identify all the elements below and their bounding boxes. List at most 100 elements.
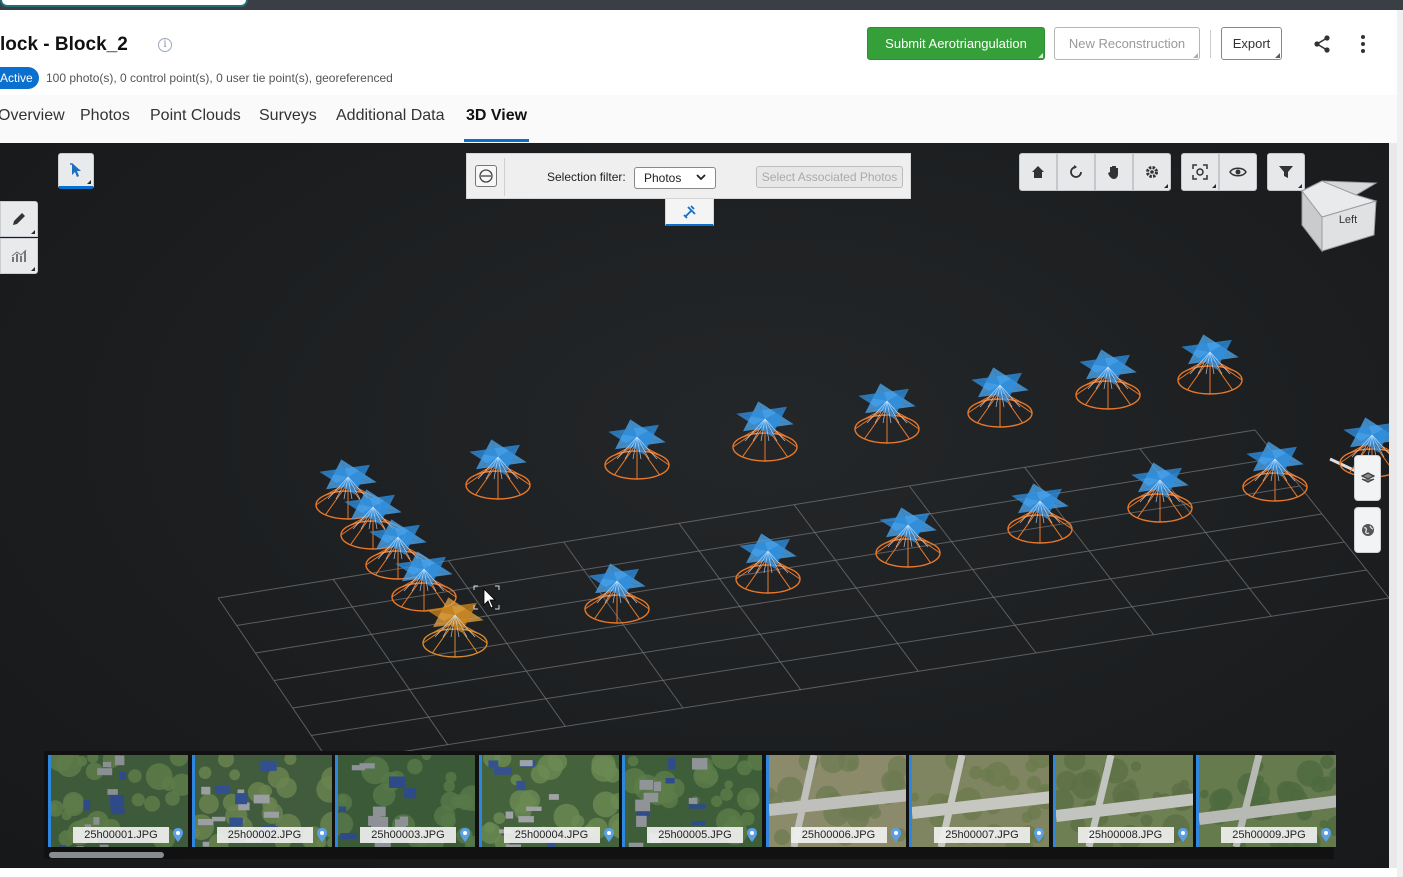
photo-filename: 25h00006.JPG [790,827,887,843]
camera-cluster [465,439,531,500]
tab-photos[interactable]: Photos [80,107,130,125]
measure-tool-button[interactable] [0,201,38,237]
selection-filter-label: Selection filter: [547,170,626,184]
visibility-eye-icon [1229,167,1247,177]
camera-cluster [735,533,801,594]
export-label: Export [1232,36,1271,51]
right-side-panel [1354,455,1381,555]
clear-selection-button[interactable] [475,165,497,187]
filter-divider [504,158,505,196]
photo-filmstrip[interactable]: 25h00001.JPG 25h00002.JPG 25h00003.JPG 25h0… [44,751,1336,859]
status-badge: Active [0,67,39,89]
view-cube[interactable]: Left [1298,173,1380,253]
tab-3d-view[interactable]: 3D View [466,107,527,125]
camera-cluster [1242,441,1308,502]
chart-icon [11,249,27,262]
photo-filename: 25h00009.JPG [1221,827,1317,843]
dropdown-corner-icon [1275,53,1280,58]
pan-button[interactable] [1095,153,1133,191]
new-reconstruction-label: New Reconstruction [1068,36,1186,51]
location-pin-icon [1321,828,1331,842]
photo-filename: 25h00005.JPG [647,827,743,843]
tab-point-clouds[interactable]: Point Clouds [150,107,241,125]
block-summary: 100 photo(s), 0 control point(s), 0 user… [46,71,393,85]
tab-surveys[interactable]: Surveys [259,107,317,125]
layers-button[interactable] [1354,455,1381,501]
orbit-button[interactable] [1057,153,1095,191]
selection-filter-bar: Selection filter: Photos Select Associat… [466,153,911,199]
globe-button[interactable] [1354,507,1381,553]
header-divider [1210,30,1211,58]
photo-filename: 25h00002.JPG [216,827,313,843]
home-view-button[interactable] [1019,153,1057,191]
camera-cluster [967,367,1033,428]
photo-thumbnail[interactable]: 25h00005.JPG [622,755,762,847]
dropdown-corner-icon [1212,184,1216,188]
more-options-icon[interactable] [1355,34,1371,54]
photo-filename: 25h00004.JPG [503,827,600,843]
selection-filter-select[interactable]: Photos [634,167,716,189]
zoom-fit-button[interactable] [1181,153,1219,191]
photo-thumbnail[interactable]: 25h00009.JPG [1196,755,1336,847]
tab-overview[interactable]: Overview [0,107,65,125]
dropdown-corner-icon [1164,184,1168,188]
visibility-button[interactable] [1219,153,1257,191]
select-associated-photos-button[interactable]: Select Associated Photos [756,166,903,188]
photo-thumbnail[interactable]: 25h00007.JPG [909,755,1049,847]
select-tool-button[interactable] [58,153,94,189]
photo-filename: 25h00007.JPG [934,827,1030,843]
analysis-tool-button[interactable] [0,238,38,274]
photo-filename: 25h00008.JPG [1077,827,1174,843]
home-icon [1032,166,1044,178]
bottom-margin [0,868,1397,877]
photo-thumbnail[interactable]: 25h00002.JPG [191,755,332,847]
page-header: lock - Block_2 i Active 100 photo(s), 0 … [0,10,1397,95]
ground-grid [217,429,1389,764]
location-pin-icon [1034,828,1044,842]
navigation-toolbar [1019,153,1171,191]
submit-aerotriangulation-button[interactable]: Submit Aerotriangulation [867,27,1045,60]
location-pin-icon [747,828,757,842]
page-title: lock - Block_2 [0,34,128,55]
tab-bar: Overview Photos Point Clouds Surveys Add… [0,95,1397,143]
settings-icon [1146,166,1158,178]
share-icon[interactable] [1312,34,1332,54]
photo-filename: 25h00001.JPG [73,827,169,843]
camera-cluster [854,383,920,444]
zoom-fit-icon [1192,164,1208,180]
window-edge [1397,10,1403,877]
camera-cluster [1177,334,1243,395]
orbit-icon [1070,165,1082,178]
photo-thumbnail[interactable]: 25h00001.JPG [48,755,188,847]
dropdown-corner-icon [1193,53,1198,58]
active-tab-indicator [464,139,529,142]
new-reconstruction-button[interactable]: New Reconstruction [1054,27,1200,60]
tools-toggle-tab[interactable] [665,199,714,226]
clear-selection-icon [479,169,493,183]
camera-cluster [875,507,941,568]
location-pin-icon [603,828,614,842]
photo-filename: 25h00003.JPG [360,827,456,843]
tab-additional-data[interactable]: Additional Data [336,107,445,125]
filmstrip-scrollbar-thumb[interactable] [49,852,164,858]
selection-filter-value: Photos [644,171,682,185]
mouse-cursor [473,585,500,610]
select-pointer-icon [70,163,81,177]
export-button[interactable]: Export [1221,27,1282,60]
filter-icon [1279,166,1293,178]
tools-icon [682,204,696,219]
location-pin-icon [890,828,901,842]
photo-thumbnail[interactable]: 25h00008.JPG [1052,755,1193,847]
photo-thumbnail[interactable]: 25h00006.JPG [765,755,906,847]
photo-thumbnail[interactable]: 25h00003.JPG [335,755,475,847]
location-pin-icon [1177,828,1188,842]
filmstrip-scrollbar[interactable] [44,851,1334,859]
chevron-down-icon [696,174,706,181]
photo-thumbnail[interactable]: 25h00004.JPG [478,755,619,847]
dropdown-corner-icon [87,180,91,184]
3d-viewer[interactable]: Selection filter: Photos Select Associat… [0,143,1389,868]
info-icon[interactable]: i [158,38,172,52]
globe-icon [1361,524,1374,536]
camera-cluster [604,419,670,480]
view-settings-button[interactable] [1133,153,1171,191]
